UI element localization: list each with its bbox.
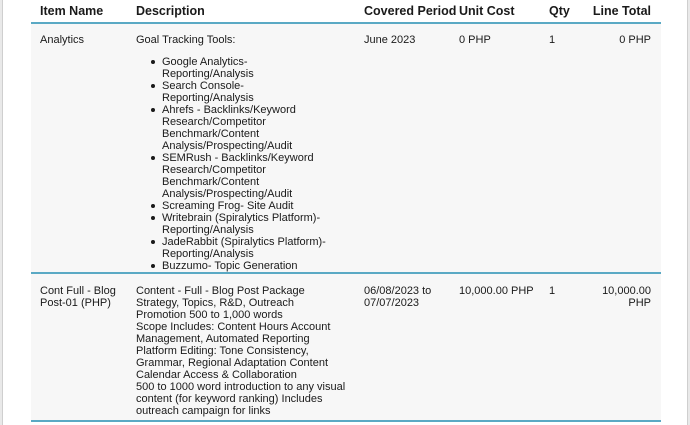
description-line: 500 to 1000 word introduction to any vis…	[136, 381, 346, 417]
list-item: Writebrain (Spiralytics Platform)- Repor…	[151, 212, 338, 236]
description-line: Content - Full - Blog Post Package Strat…	[136, 285, 305, 321]
list-item: Ahrefs - Backlinks/Keyword Research/Comp…	[151, 104, 338, 152]
list-item: SEMRush - Backlinks/Keyword Research/Com…	[151, 152, 338, 200]
qty-cell: 1	[542, 23, 571, 274]
list-item: Screaming Frog- Site Audit	[151, 200, 338, 212]
header-line-total: Line Total	[571, 0, 661, 24]
line-items-table: Item Name Description Covered Period Uni…	[31, 0, 661, 422]
item-name-cell: Cont Full - Blog Post-01 (PHP)	[31, 273, 127, 422]
list-item: JadeRabbit (Spiralytics Platform)- Repor…	[151, 236, 338, 260]
description-line: Scope Includes: Content Hours Account Ma…	[136, 321, 331, 381]
header-item-name: Item Name	[31, 0, 127, 24]
table-header: Item Name Description Covered Period Uni…	[31, 0, 661, 24]
list-item: Search Console- Reporting/Analysis	[151, 80, 338, 104]
item-name-cell: Analytics	[31, 23, 127, 274]
description-intro: Goal Tracking Tools:	[136, 34, 236, 46]
unit-cost-cell: 10,000.00 PHP	[450, 273, 542, 422]
list-item: Buzzumo- Topic Generation	[151, 260, 338, 272]
header-qty: Qty	[542, 0, 571, 24]
description-cell: Goal Tracking Tools: Google Analytics- R…	[127, 23, 355, 274]
header-covered-period: Covered Period	[355, 0, 456, 24]
qty-cell: 1	[542, 273, 571, 422]
covered-period-cell: 06/08/2023 to 07/07/2023	[355, 273, 450, 422]
table-row: Cont Full - Blog Post-01 (PHP) Content -…	[31, 273, 661, 422]
tools-list: Google Analytics- Reporting/Analysis Sea…	[136, 56, 355, 272]
unit-cost-cell: 0 PHP	[450, 23, 542, 274]
invoice-sheet: Item Name Description Covered Period Uni…	[2, 0, 688, 425]
table-row: Analytics Goal Tracking Tools: Google An…	[31, 23, 661, 274]
line-total-cell: 10,000.00 PHP	[571, 273, 661, 422]
description-block: Content - Full - Blog Post Package Strat…	[136, 285, 346, 417]
header-description: Description	[127, 0, 355, 24]
covered-period-cell: June 2023	[355, 23, 450, 274]
line-total-cell: 0 PHP	[571, 23, 661, 274]
list-item: Google Analytics- Reporting/Analysis	[151, 56, 338, 80]
description-cell: Content - Full - Blog Post Package Strat…	[127, 273, 355, 422]
header-unit-cost: Unit Cost	[450, 0, 542, 24]
